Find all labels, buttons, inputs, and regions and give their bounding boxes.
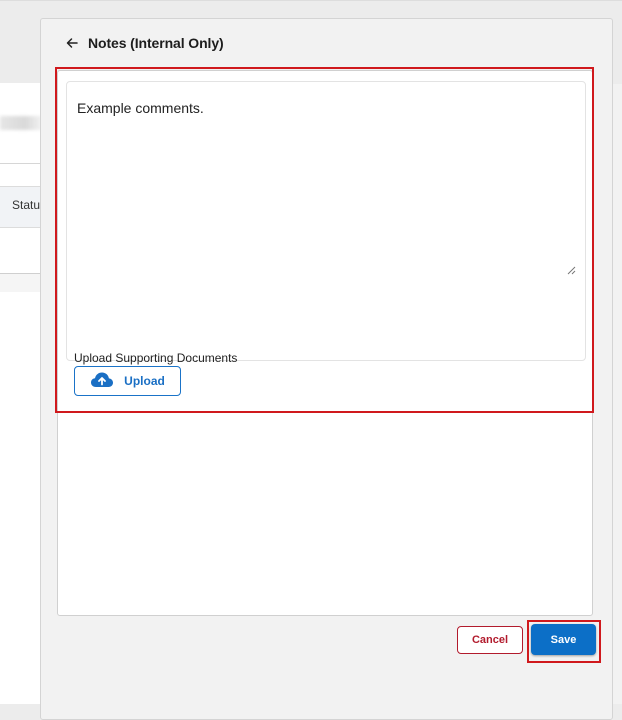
arrow-left-icon[interactable] [64,35,80,51]
notes-field [66,81,597,361]
panel-title: Notes (Internal Only) [88,35,224,51]
cancel-button[interactable]: Cancel [457,626,523,654]
upload-button-label: Upload [124,374,165,388]
notes-textarea[interactable] [67,82,597,311]
save-button[interactable]: Save [531,624,596,655]
upload-button[interactable]: Upload [74,366,181,396]
background-divider [0,163,42,164]
background-table-row [0,274,42,292]
resize-handle-icon[interactable] [566,262,576,275]
cloud-upload-icon [90,371,114,391]
background-blurred-text [0,116,42,130]
panel-header: Notes (Internal Only) [64,35,224,51]
background-status-column-header: Statu [12,198,41,212]
upload-supporting-documents-label: Upload Supporting Documents [74,351,238,365]
